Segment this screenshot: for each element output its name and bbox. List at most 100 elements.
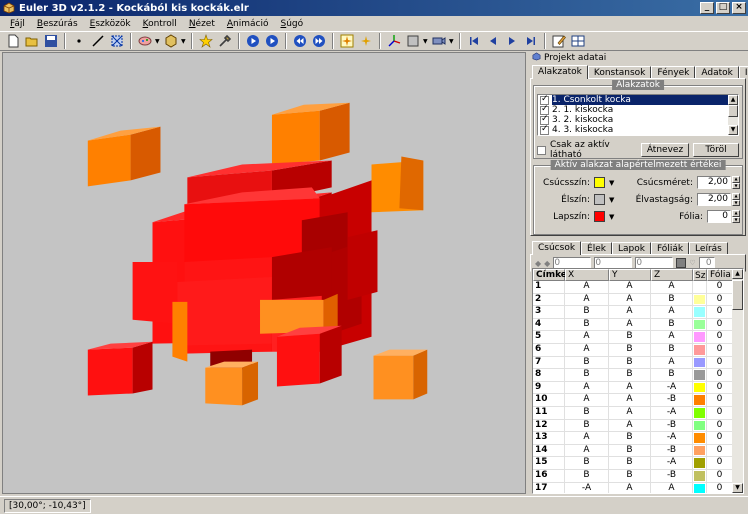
tab-constants[interactable]: Konstansok — [587, 66, 652, 78]
vertex-y-cell[interactable]: A — [609, 281, 651, 294]
vertex-label-cell[interactable]: 17 — [533, 482, 565, 493]
vertex-label-cell[interactable]: 3 — [533, 306, 565, 319]
vertex-label-cell[interactable]: 14 — [533, 444, 565, 458]
face-color-swatch[interactable] — [594, 211, 605, 222]
thickness-input[interactable]: 2,00 — [697, 193, 731, 206]
open-file-button[interactable] — [23, 32, 41, 50]
vertex-y-cell[interactable]: B — [609, 356, 651, 370]
tab-faces[interactable]: Lapok — [611, 242, 651, 254]
insert-shape-button[interactable] — [162, 32, 180, 50]
vertex-color-cell[interactable] — [693, 444, 707, 458]
vertex-z-cell[interactable]: A — [651, 331, 693, 344]
vertex-foil-cell[interactable]: 0 — [707, 331, 733, 344]
vertex-label-cell[interactable]: 9 — [533, 381, 565, 395]
list-item[interactable]: 1. Csonkolt kocka — [538, 95, 738, 105]
tab-foils[interactable]: Fóliák — [650, 242, 690, 254]
vertex-color-cell[interactable] — [693, 432, 707, 445]
vertex-z-cell[interactable]: -A — [651, 432, 693, 445]
vertex-y-cell[interactable]: A — [609, 293, 651, 307]
vertex-color-cell[interactable] — [693, 469, 707, 483]
layout-button[interactable] — [569, 32, 587, 50]
menu-help[interactable]: Súgó — [275, 19, 310, 29]
vertex-color-cell[interactable] — [693, 306, 707, 319]
frame-button[interactable] — [404, 32, 422, 50]
table-row[interactable]: 11 B A -A 0 — [533, 406, 743, 420]
vertex-foil-cell[interactable]: 0 — [707, 457, 733, 470]
tools-button[interactable] — [216, 32, 234, 50]
foil-input[interactable]: 0 — [707, 210, 731, 223]
fast-forward-button[interactable] — [310, 32, 328, 50]
vertex-foil-cell[interactable]: 0 — [707, 369, 733, 382]
vertex-x-cell[interactable]: B — [565, 419, 609, 433]
vertex-y-cell[interactable]: B — [609, 457, 651, 470]
vertex-x-cell[interactable]: A — [565, 293, 609, 307]
sparkle-2-button[interactable] — [357, 32, 375, 50]
menu-insert[interactable]: Beszúrás — [31, 19, 84, 29]
vertex-y-cell[interactable]: B — [609, 469, 651, 483]
vertex-label-cell[interactable]: 12 — [533, 419, 565, 433]
edge-color-swatch[interactable] — [594, 194, 605, 205]
menu-animation[interactable]: Animáció — [221, 19, 275, 29]
table-row[interactable]: 8BBB0 — [533, 369, 743, 382]
vertex-x-cell[interactable]: A — [565, 331, 609, 344]
first-frame-button[interactable] — [465, 32, 483, 50]
vertex-z-cell[interactable]: A — [651, 482, 693, 493]
vertex-z-cell[interactable]: A — [651, 356, 693, 370]
vertex-foil-cell[interactable]: 0 — [707, 381, 733, 395]
vertex-z-cell[interactable]: -B — [651, 444, 693, 458]
vertex-x-cell[interactable]: B — [565, 306, 609, 319]
vertex-color-cell[interactable] — [693, 419, 707, 433]
vertex-color-cell[interactable] — [693, 343, 707, 357]
vertex-color-cell[interactable] — [693, 331, 707, 344]
col-x[interactable]: X — [565, 269, 609, 281]
shapes-list-scrollbar[interactable]: ▲ ▼ — [728, 95, 738, 135]
close-button[interactable]: × — [732, 2, 746, 14]
vertex-y-cell[interactable]: B — [609, 444, 651, 458]
tab-info[interactable]: Infó — [738, 66, 748, 78]
vertex-y-cell[interactable]: B — [609, 432, 651, 445]
edit-button[interactable] — [550, 32, 568, 50]
vertex-size-stepper[interactable]: ▲ ▼ — [732, 176, 740, 189]
scroll-thumb[interactable] — [728, 105, 738, 117]
vertex-foil-cell[interactable]: 0 — [707, 482, 733, 493]
vertex-foil-cell[interactable]: 0 — [707, 406, 733, 420]
vertex-label-cell[interactable]: 5 — [533, 331, 565, 344]
vertex-label-cell[interactable]: 13 — [533, 432, 565, 445]
vertex-foil-cell[interactable]: 0 — [707, 318, 733, 332]
play-button[interactable] — [244, 32, 262, 50]
menu-tools[interactable]: Eszközök — [84, 19, 137, 29]
tab-data[interactable]: Adatok — [695, 66, 739, 78]
vertex-label-cell[interactable]: 15 — [533, 457, 565, 470]
vertex-color-cell[interactable] — [693, 457, 707, 470]
light-button[interactable] — [197, 32, 215, 50]
list-item[interactable]: 2. 1. kiskocka — [538, 104, 738, 115]
foil-stepper[interactable]: ▲ ▼ — [732, 210, 740, 223]
vertex-foil-cell[interactable]: 0 — [707, 356, 733, 370]
vertex-foil-cell[interactable]: 0 — [707, 343, 733, 357]
tab-shapes[interactable]: Alakzatok — [532, 65, 588, 79]
vertex-z-cell[interactable]: -A — [651, 406, 693, 420]
shape-style-button[interactable] — [136, 32, 154, 50]
table-row[interactable]: 7BBA0 — [533, 356, 743, 370]
vertex-z-cell[interactable]: B — [651, 343, 693, 357]
vertex-color-cell[interactable] — [693, 356, 707, 370]
camera-dropdown[interactable]: ▼ — [449, 38, 455, 45]
vertex-label-cell[interactable]: 2 — [533, 293, 565, 307]
vertex-x-cell[interactable]: B — [565, 469, 609, 483]
vertex-color-swatch[interactable] — [594, 177, 605, 188]
table-row[interactable]: 9 A A -A 0 — [533, 381, 743, 395]
vertex-y-cell[interactable]: B — [609, 331, 651, 344]
shapes-list[interactable]: 1. Csonkolt kocka 2. 1. kiskocka 3. 2. k… — [537, 94, 739, 136]
vertex-foil-cell[interactable]: 0 — [707, 469, 733, 483]
new-file-button[interactable] — [4, 32, 22, 50]
vertex-color-cell[interactable] — [693, 293, 707, 307]
vertex-x-cell[interactable]: A — [565, 281, 609, 294]
vertex-x-cell[interactable]: A — [565, 381, 609, 395]
table-row[interactable]: 6ABB0 — [533, 343, 743, 357]
edge-color-dropdown-icon[interactable]: ▼ — [609, 196, 614, 204]
tab-vertices[interactable]: Csúcsok — [532, 241, 582, 255]
col-z[interactable]: Z — [651, 269, 693, 281]
vertex-foil-cell[interactable]: 0 — [707, 432, 733, 445]
vertex-color-cell[interactable] — [693, 406, 707, 420]
vertex-z-cell[interactable]: -B — [651, 419, 693, 433]
